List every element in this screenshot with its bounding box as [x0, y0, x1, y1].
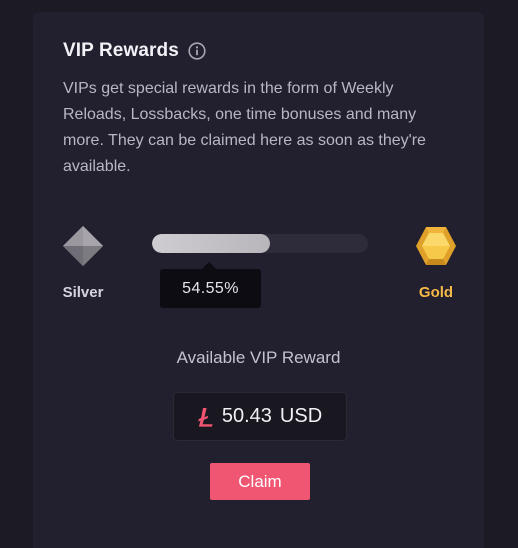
- tier-label-gold: Gold: [418, 284, 454, 301]
- tier-gold: Gold: [406, 224, 466, 301]
- card-title: VIP Rewards: [63, 40, 179, 61]
- vip-progress-bar: [152, 234, 368, 253]
- claim-button[interactable]: Claim: [210, 463, 310, 500]
- silver-diamond-icon: [53, 224, 113, 273]
- tier-silver: Silver: [53, 224, 113, 301]
- description: VIPs get special rewards in the form of …: [63, 80, 426, 175]
- gold-hexagon-icon: [406, 224, 466, 273]
- info-circle-icon[interactable]: [188, 42, 206, 60]
- litecoin-icon: [198, 407, 214, 427]
- progress-percent-tooltip: 54.55%: [160, 262, 261, 308]
- available-reward-label: Available VIP Reward: [176, 348, 341, 367]
- vip-rewards-card: VIP Rewards VIPs get special rewards in …: [33, 12, 484, 548]
- reward-amount: 50.43: [221, 405, 272, 427]
- tier-label-silver: Silver: [62, 284, 104, 301]
- card-header: VIP Rewards: [63, 40, 206, 62]
- page: VIP Rewards VIPs get special rewards in …: [0, 0, 518, 548]
- reward-currency: USD: [279, 405, 323, 427]
- vip-progress-fill: [152, 234, 270, 253]
- reward-amount-box: 50.43 USD: [173, 392, 347, 441]
